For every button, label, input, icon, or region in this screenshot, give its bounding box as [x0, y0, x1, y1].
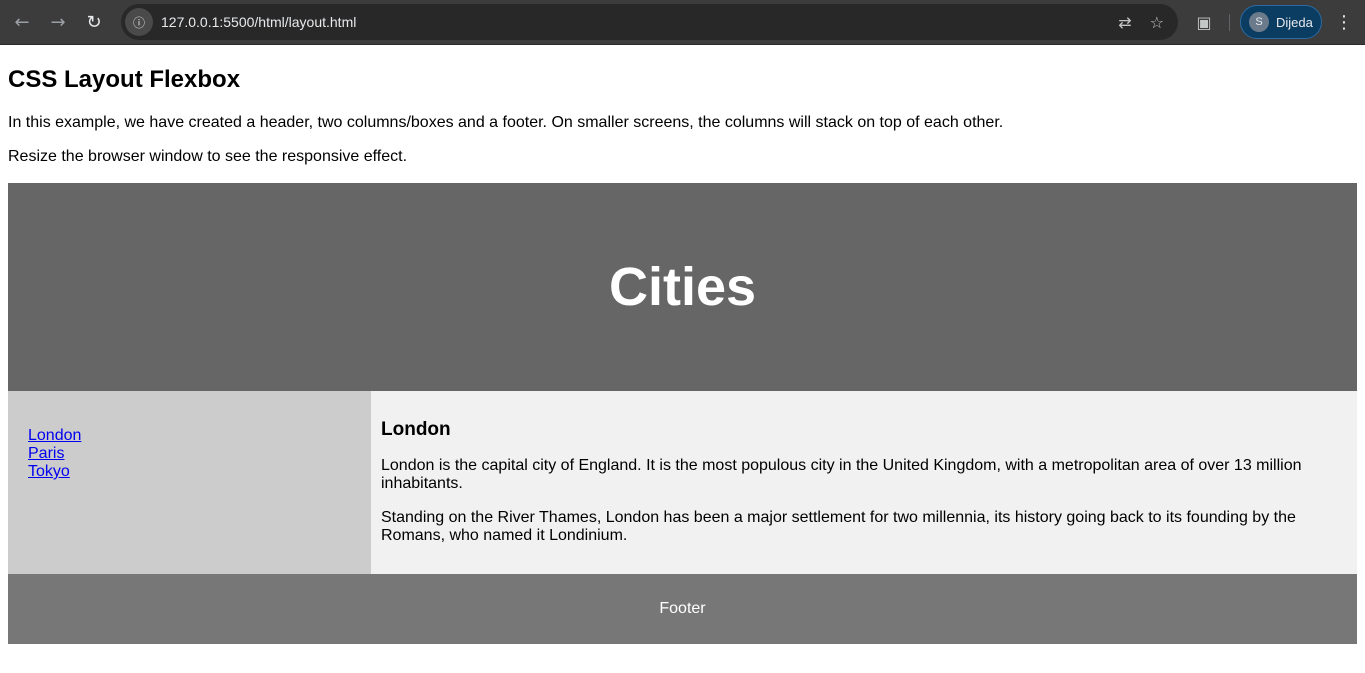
content-paragraph-1: London is the capital city of England. I…	[381, 457, 1302, 492]
content-paragraph-2: Standing on the River Thames, London has…	[381, 509, 1296, 544]
list-item: Paris	[28, 445, 351, 463]
sidebar-menu: London Paris Tokyo	[8, 391, 371, 574]
layout-columns: London Paris Tokyo London London is the …	[8, 391, 1357, 574]
list-item: Tokyo	[28, 463, 351, 481]
header-title: Cities	[608, 257, 757, 317]
info-icon[interactable]: ⓘ	[125, 8, 153, 36]
star-icon[interactable]: ☆	[1150, 13, 1164, 32]
page-title: CSS Layout Flexbox	[8, 66, 241, 93]
forward-icon[interactable]: →	[40, 4, 76, 40]
profile-button[interactable]: S Dijeda	[1240, 5, 1322, 39]
footer-text: Footer	[659, 600, 706, 617]
browser-toolbar: ← → ↻ ⓘ 127.0.0.1:5500/html/layout.html …	[0, 0, 1365, 45]
toolbar-divider	[1229, 14, 1230, 31]
page-body: CSS Layout Flexbox In this example, we h…	[0, 66, 1365, 644]
layout-footer: Footer	[8, 574, 1357, 644]
intro-text: In this example, we have created a heade…	[8, 114, 1004, 131]
puzzle-icon[interactable]: ▣	[1190, 8, 1218, 36]
city-link-list: London Paris Tokyo	[28, 427, 351, 481]
reload-icon[interactable]: ↻	[76, 4, 112, 40]
resize-note: Resize the browser window to see the res…	[8, 148, 408, 165]
link-tokyo[interactable]: Tokyo	[28, 463, 70, 480]
main-content: London London is the capital city of Eng…	[371, 391, 1357, 574]
kebab-menu-icon[interactable]: ⋮	[1333, 8, 1355, 36]
translate-icon[interactable]: ⇄	[1118, 13, 1131, 32]
address-bar[interactable]: ⓘ 127.0.0.1:5500/html/layout.html ⇄ ☆	[121, 4, 1178, 40]
list-item: London	[28, 427, 351, 445]
content-heading: London	[381, 419, 451, 440]
avatar: S	[1249, 12, 1269, 32]
url-text[interactable]: 127.0.0.1:5500/html/layout.html	[161, 14, 356, 30]
layout-header: Cities	[8, 183, 1357, 391]
back-icon[interactable]: ←	[4, 4, 40, 40]
link-paris[interactable]: Paris	[28, 445, 64, 462]
profile-name: Dijeda	[1276, 14, 1313, 30]
link-london[interactable]: London	[28, 427, 81, 444]
